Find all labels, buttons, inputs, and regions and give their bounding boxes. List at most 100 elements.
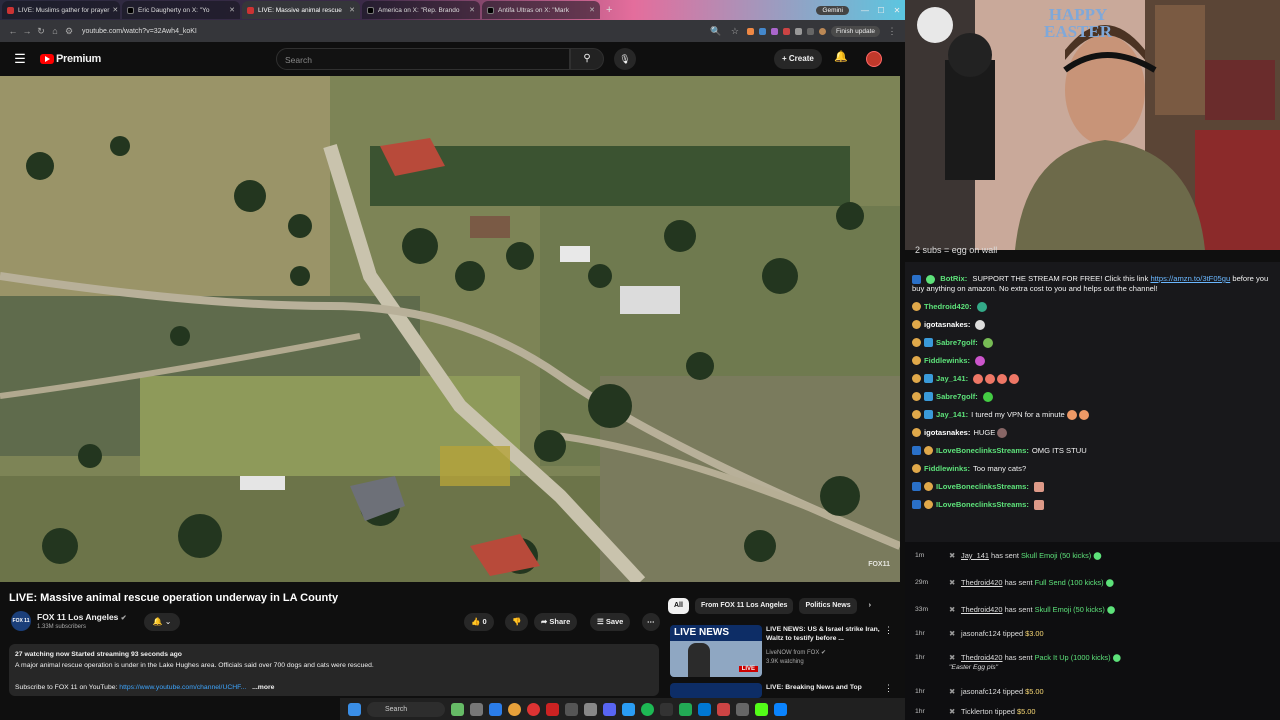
task-view-icon[interactable] <box>470 702 483 716</box>
app-icon[interactable] <box>774 702 787 716</box>
chat-message: igotasnakes: HUGE <box>912 428 1274 438</box>
site-info-icon[interactable]: ⚙ <box>62 26 76 37</box>
url-field[interactable]: youtube.com/watch?v=32Awh4_koKI <box>82 28 197 35</box>
edge-icon[interactable] <box>489 702 502 716</box>
close-icon[interactable]: ✕ <box>109 6 118 14</box>
extension-icon[interactable] <box>746 27 754 35</box>
browser-tab[interactable]: Antifa Ultras on X: "Mark ✕ <box>482 1 600 19</box>
chevron-right-icon[interactable]: › <box>863 598 877 614</box>
video-thumbnail[interactable] <box>670 683 762 698</box>
chat-message: Sabre7golf: <box>912 338 1274 348</box>
close-window-icon[interactable]: ✕ <box>889 6 905 15</box>
forward-icon[interactable]: → <box>20 26 34 36</box>
video-player[interactable]: FOX11 <box>0 76 900 582</box>
bookmark-star-icon[interactable]: ☆ <box>728 26 742 37</box>
extension-icon[interactable] <box>758 27 766 35</box>
app-icon[interactable] <box>698 702 711 716</box>
bot-badge-icon <box>926 274 936 284</box>
more-options-icon[interactable]: ⋮ <box>884 683 893 694</box>
event-note: "Easter Egg pls" <box>949 664 999 671</box>
recommended-video[interactable]: LIVE: Breaking News and Top ⋮ <box>670 683 902 698</box>
channel-link[interactable]: https://www.youtube.com/channel/UCHF... <box>119 684 246 691</box>
close-icon[interactable]: ✕ <box>586 6 595 14</box>
event-row: 1hr ✖ jasonafc124 tipped $3.00 <box>915 629 1044 638</box>
discord-icon[interactable] <box>603 702 616 716</box>
event-row: 33m ✖ Thedroid420 has sent Skull Emoji (5… <box>915 605 1116 614</box>
maximize-icon[interactable]: ☐ <box>873 6 889 15</box>
home-icon[interactable]: ⌂ <box>48 26 62 36</box>
extensions-puzzle-icon[interactable] <box>806 27 814 35</box>
youtube-header: ☰ Premium Search ⚲ 🎙 + Create 🔔 <box>0 42 905 76</box>
spotify-icon[interactable] <box>641 702 654 716</box>
voice-search-button[interactable]: 🎙 <box>614 48 636 70</box>
close-icon[interactable]: ✕ <box>466 6 475 14</box>
chat-message: ILoveBoneclinksStreams: <box>912 500 1274 510</box>
emote-icon <box>1033 500 1044 510</box>
chip-from-channel[interactable]: From FOX 11 Los Angeles <box>694 598 794 614</box>
video-title: LIVE: Massive animal rescue operation un… <box>9 592 339 604</box>
browser-tab[interactable]: LIVE: Muslims gather for prayer ✕ <box>2 1 120 19</box>
close-icon[interactable]: ✕ <box>226 6 235 14</box>
hamburger-menu-icon[interactable]: ☰ <box>0 51 40 67</box>
chat-message: ILoveBoneclinksStreams: <box>912 482 1274 492</box>
browser-icon[interactable] <box>527 702 540 716</box>
app-icon[interactable] <box>584 702 597 716</box>
app-icon[interactable] <box>660 702 673 716</box>
gemini-button[interactable]: Gemini <box>816 5 849 15</box>
new-tab-button[interactable]: + <box>606 4 612 16</box>
search-input[interactable]: Search <box>276 48 570 70</box>
obs-icon[interactable] <box>546 702 559 716</box>
back-icon[interactable]: ← <box>6 26 20 36</box>
user-badge-icon <box>912 338 921 347</box>
chrome-icon[interactable] <box>508 702 521 716</box>
extension-icon[interactable] <box>794 27 802 35</box>
more-options-icon[interactable]: ⋮ <box>884 625 893 636</box>
dislike-button[interactable]: 👎 <box>505 613 529 631</box>
zoom-icon[interactable]: 🔍 <box>709 26 723 37</box>
reload-icon[interactable]: ↻ <box>34 26 48 37</box>
subscribed-bell-button[interactable]: 🔔 ⌄ <box>144 613 180 631</box>
app-icon[interactable] <box>451 702 464 716</box>
chip-all[interactable]: All <box>668 598 689 614</box>
extension-icon[interactable] <box>770 27 778 35</box>
recommended-video[interactable]: LIVE NEWS LIVE LIVE NEWS: US & Israel st… <box>670 625 902 681</box>
channel-name[interactable]: FOX 11 Los Angeles ✔ <box>37 612 127 622</box>
chip-politics-news[interactable]: Politics News <box>799 598 857 614</box>
more-link[interactable]: ...more <box>252 684 274 691</box>
extension-icon[interactable] <box>782 27 790 35</box>
browser-tab-active[interactable]: LIVE: Massive animal rescue ✕ <box>242 1 360 19</box>
search-button[interactable]: ⚲ <box>570 48 604 70</box>
recommended-title[interactable]: LIVE: Breaking News and Top <box>766 683 884 692</box>
menu-dots-icon[interactable]: ⋮ <box>885 26 899 37</box>
save-button[interactable]: ☰ Save <box>590 613 631 631</box>
app-icon[interactable] <box>679 702 692 716</box>
tip-icon: ✖ <box>949 707 956 716</box>
close-icon[interactable]: ✕ <box>346 6 355 14</box>
profile-icon[interactable] <box>818 27 826 35</box>
chat-link[interactable]: https://amzn.to/3tF05gu <box>1150 274 1230 283</box>
create-button[interactable]: + Create <box>774 49 822 69</box>
taskbar-search[interactable]: Search <box>367 701 445 717</box>
app-icon[interactable] <box>717 702 730 716</box>
account-avatar[interactable] <box>866 51 882 67</box>
browser-tab[interactable]: America on X: "Rep. Brando ✕ <box>362 1 480 19</box>
like-button[interactable]: 👍 0 <box>464 613 494 631</box>
more-actions-button[interactable]: ⋯ <box>642 613 660 631</box>
app-icon[interactable] <box>736 702 749 716</box>
minimize-icon[interactable]: — <box>857 6 873 15</box>
channel-avatar[interactable]: FOX 11 <box>11 611 31 631</box>
video-thumbnail[interactable]: LIVE NEWS LIVE <box>670 625 762 677</box>
kick-icon[interactable] <box>755 702 768 716</box>
telegram-icon[interactable] <box>622 702 635 716</box>
app-icon[interactable] <box>565 702 578 716</box>
emote-icon <box>997 428 1008 438</box>
video-description[interactable]: 27 watching now Started streaming 93 sec… <box>9 644 659 696</box>
youtube-premium-logo[interactable]: Premium <box>40 53 101 65</box>
finish-update-button[interactable]: Finish update <box>830 25 880 37</box>
notifications-bell-icon[interactable]: 🔔 <box>834 50 848 63</box>
browser-tab[interactable]: Eric Daugherty on X: "Yo ✕ <box>122 1 240 19</box>
share-button[interactable]: ➦ Share <box>534 613 578 631</box>
recommended-title[interactable]: LIVE NEWS: US & Israel strike Iran, Walt… <box>766 625 884 643</box>
windows-start-icon[interactable] <box>348 702 361 716</box>
sub-badge-icon <box>924 338 933 347</box>
